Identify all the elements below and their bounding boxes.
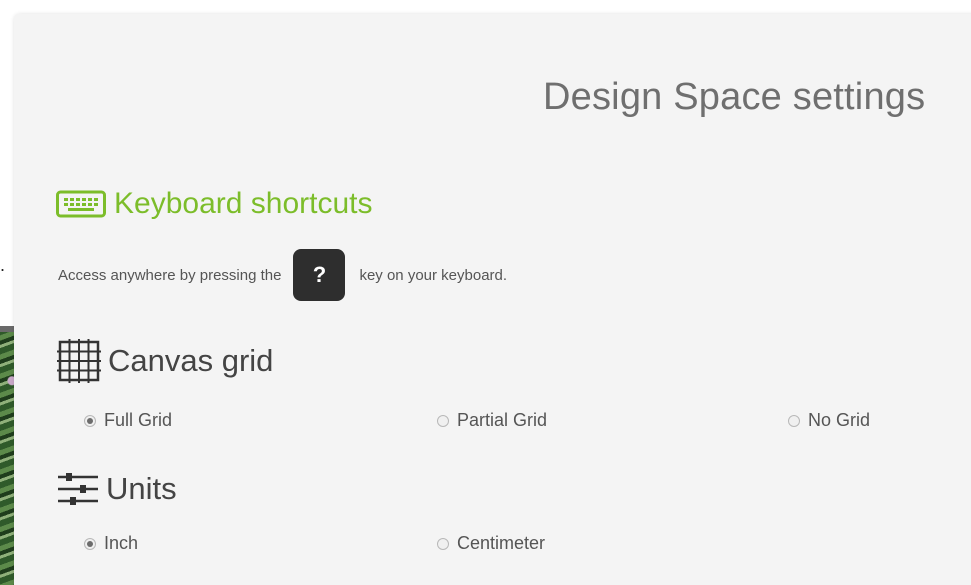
- radio-full-grid-label: Full Grid: [104, 410, 173, 430]
- radio-inch-indicator[interactable]: [84, 537, 96, 550]
- background-text-fragment: .: [0, 255, 6, 275]
- units-heading: Units: [106, 471, 177, 506]
- canvas-grid-heading: Canvas grid: [108, 343, 274, 378]
- hint-text-after: key on your keyboard.: [359, 266, 508, 284]
- radio-no-grid[interactable]: No Grid: [788, 410, 870, 431]
- radio-full-grid[interactable]: Full Grid: [84, 410, 172, 431]
- page-title: Design Space settings: [543, 76, 926, 118]
- radio-centimeter-label: Centimeter: [457, 533, 546, 553]
- question-key-badge: ?: [293, 249, 346, 301]
- keyboard-shortcuts-section: Keyboard shortcuts: [56, 187, 372, 221]
- keyboard-icon: [56, 190, 106, 218]
- radio-centimeter-indicator[interactable]: [437, 537, 449, 550]
- radio-partial-grid-label: Partial Grid: [457, 410, 548, 430]
- radio-no-grid-label: No Grid: [808, 410, 871, 430]
- grid-icon: [57, 339, 101, 383]
- screen: . Design Space settings Keyboard shortcu…: [0, 0, 971, 585]
- units-section-heading: Units: [56, 469, 177, 509]
- radio-centimeter[interactable]: Centimeter: [437, 533, 545, 554]
- keyboard-shortcut-hint: Access anywhere by pressing the ? key on…: [58, 249, 507, 301]
- radio-partial-grid-indicator[interactable]: [437, 414, 449, 427]
- keyboard-shortcuts-heading[interactable]: Keyboard shortcuts: [114, 187, 372, 221]
- radio-inch-label: Inch: [104, 533, 139, 553]
- hint-text-before: Access anywhere by pressing the: [58, 266, 282, 284]
- radio-no-grid-indicator[interactable]: [788, 414, 800, 427]
- canvas-grid-section-heading: Canvas grid: [56, 338, 273, 384]
- radio-inch[interactable]: Inch: [84, 533, 138, 554]
- radio-full-grid-indicator[interactable]: [84, 414, 96, 427]
- sliders-icon: [58, 473, 98, 505]
- radio-partial-grid[interactable]: Partial Grid: [437, 410, 547, 431]
